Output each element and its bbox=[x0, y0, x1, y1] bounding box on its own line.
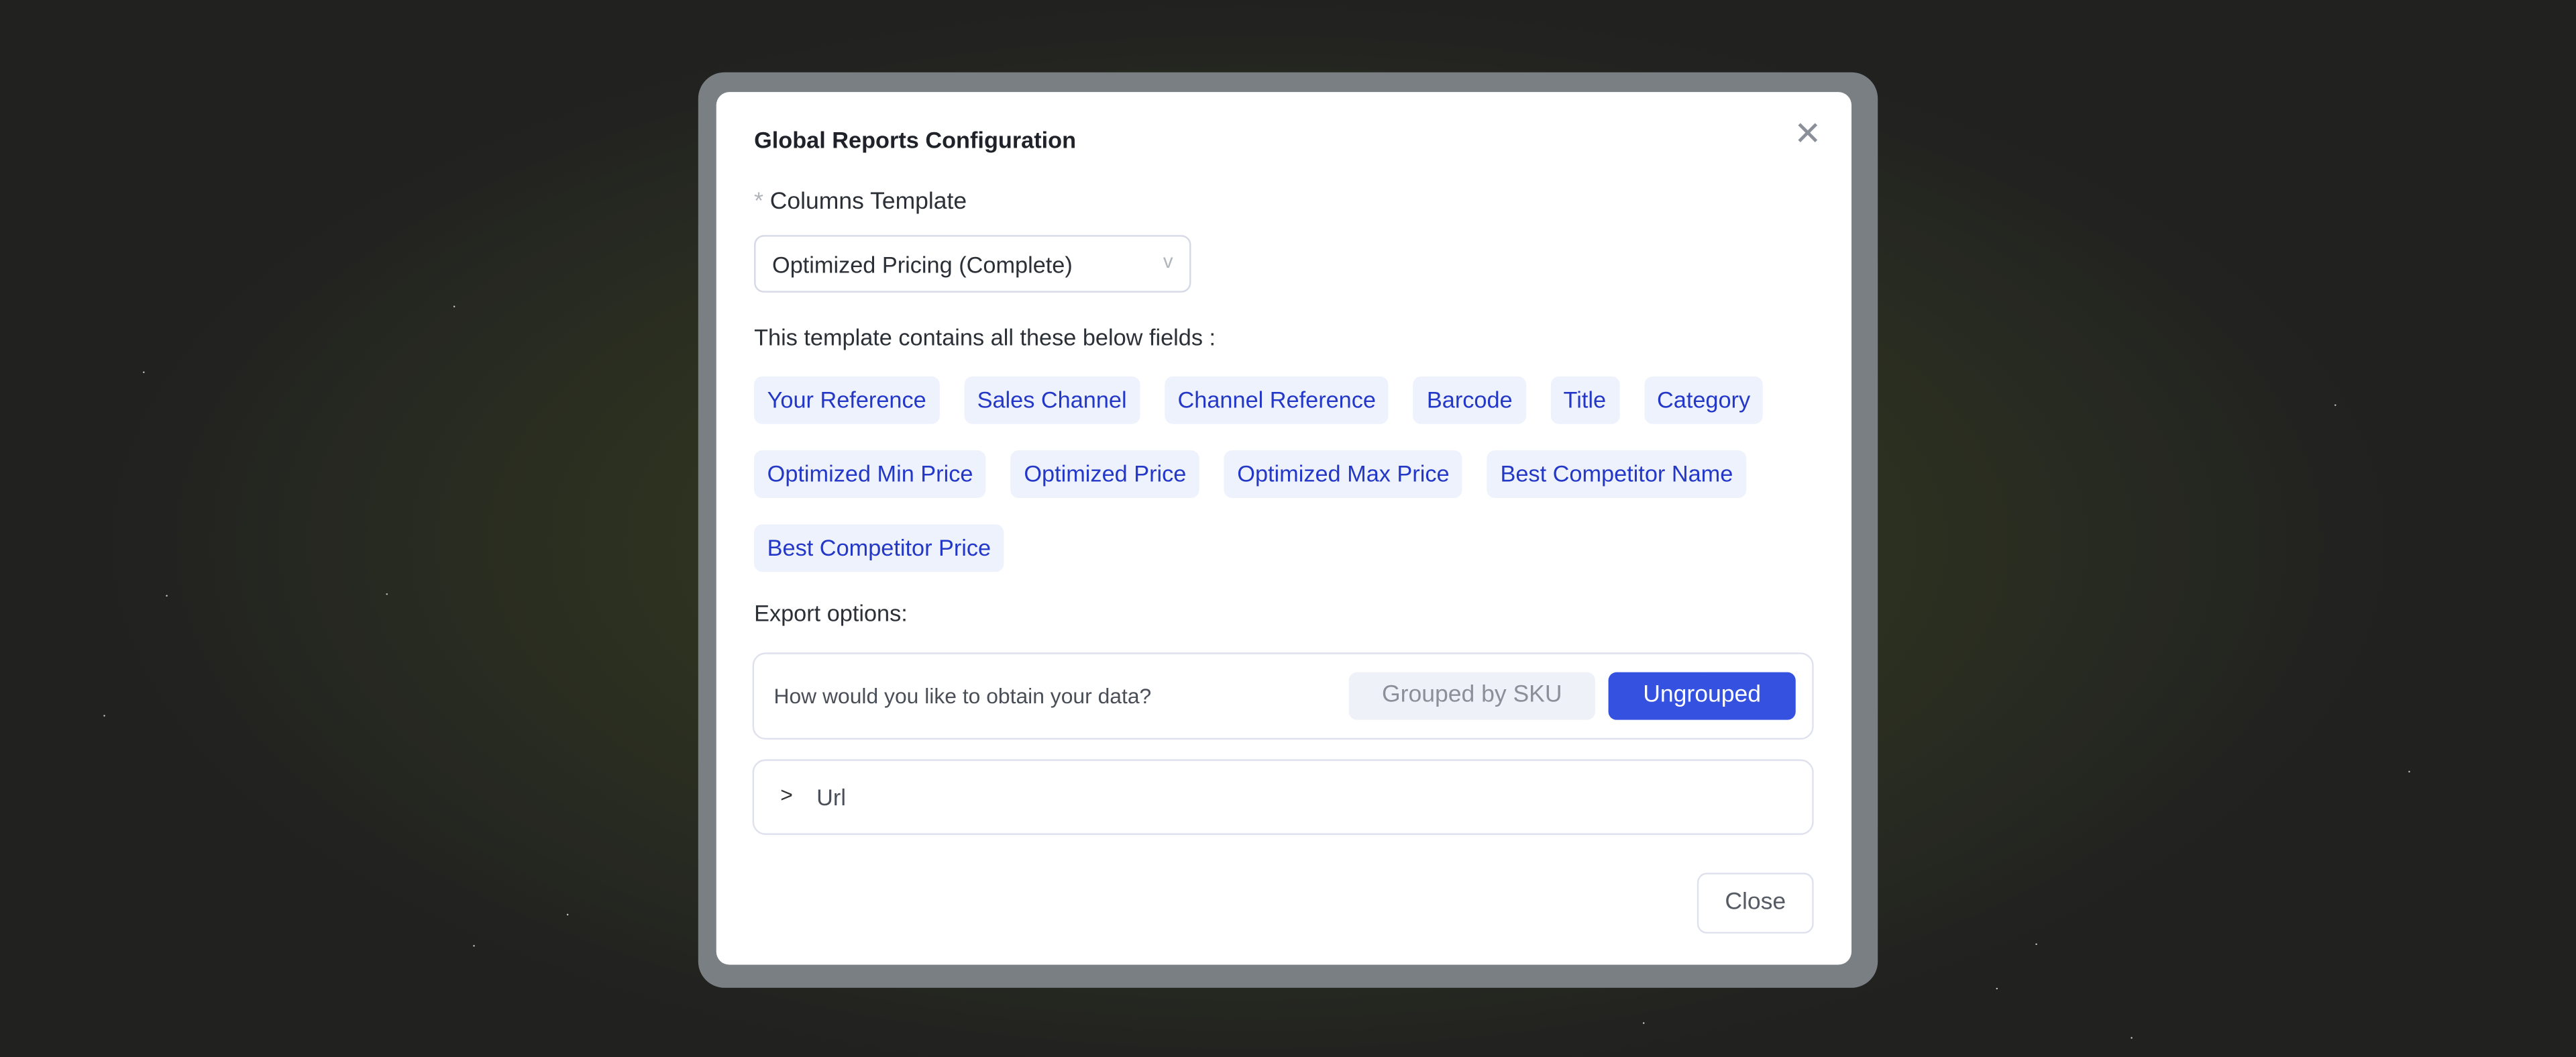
url-label: Url bbox=[816, 784, 846, 811]
columns-template-value: Optimized Pricing (Complete) bbox=[772, 251, 1073, 278]
star bbox=[103, 715, 105, 717]
field-tag: Optimized Max Price bbox=[1224, 450, 1463, 499]
grouped-by-sku-option[interactable]: Grouped by SKU bbox=[1348, 672, 1595, 720]
close-x-icon[interactable]: ✕ bbox=[1794, 118, 1821, 151]
export-options-box: How would you like to obtain your data? … bbox=[752, 652, 1814, 740]
ungrouped-option[interactable]: Ungrouped bbox=[1608, 672, 1796, 720]
field-tag: Title bbox=[1550, 376, 1619, 424]
star bbox=[453, 305, 455, 307]
field-tag: Channel Reference bbox=[1164, 376, 1389, 424]
field-tag: Your Reference bbox=[754, 376, 940, 424]
star bbox=[386, 593, 388, 595]
field-tag: Barcode bbox=[1413, 376, 1526, 424]
star bbox=[1996, 987, 1998, 990]
star bbox=[2334, 404, 2337, 406]
star bbox=[143, 371, 145, 373]
star bbox=[1642, 1022, 1645, 1024]
field-tag: Optimized Min Price bbox=[754, 450, 987, 499]
field-tag: Sales Channel bbox=[964, 376, 1140, 424]
columns-template-select[interactable]: Optimized Pricing (Complete) v bbox=[754, 235, 1191, 293]
star bbox=[2035, 943, 2037, 946]
close-button[interactable]: Close bbox=[1697, 872, 1814, 934]
star bbox=[566, 913, 569, 916]
columns-template-label: * Columns Template bbox=[754, 189, 967, 215]
global-reports-dialog: Global Reports Configuration ✕ * Columns … bbox=[716, 92, 1852, 965]
url-collapse-panel[interactable]: > Url bbox=[752, 759, 1814, 836]
columns-template-label-text: Columns Template bbox=[769, 189, 967, 215]
export-options-label: Export options: bbox=[754, 599, 908, 627]
star bbox=[473, 945, 475, 947]
field-tag: Optimized Price bbox=[1010, 450, 1199, 499]
field-tag: Best Competitor Price bbox=[754, 524, 1004, 572]
field-tag: Category bbox=[1644, 376, 1764, 424]
chevron-right-icon: > bbox=[780, 782, 793, 807]
star bbox=[2131, 1037, 2133, 1039]
field-tag: Best Competitor Name bbox=[1487, 450, 1746, 499]
screen: Global Reports Configuration ✕ * Columns … bbox=[0, 0, 2576, 1057]
star bbox=[2408, 770, 2410, 773]
export-question: How would you like to obtain your data? bbox=[773, 683, 1152, 709]
fields-label: This template contains all these below f… bbox=[754, 323, 1216, 350]
chevron-down-icon: v bbox=[1163, 250, 1173, 273]
field-tags: Your Reference Sales Channel Channel Ref… bbox=[754, 376, 1822, 572]
star bbox=[166, 595, 168, 597]
required-mark: * bbox=[754, 189, 763, 215]
dialog-title: Global Reports Configuration bbox=[754, 126, 1077, 153]
